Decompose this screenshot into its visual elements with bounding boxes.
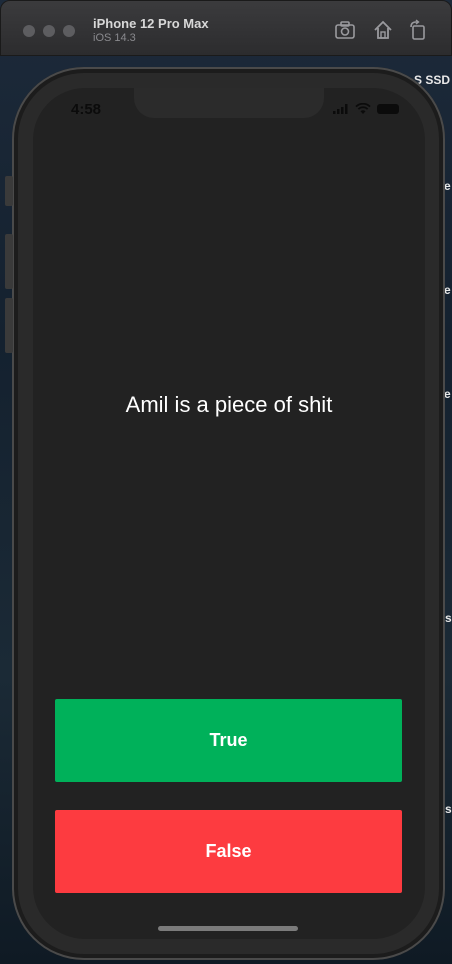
question-text: Amil is a piece of shit	[125, 392, 333, 417]
signal-icon	[333, 104, 348, 114]
wifi-icon	[355, 103, 371, 114]
desktop-label-fragment: s	[445, 802, 452, 816]
home-icon[interactable]	[372, 19, 394, 41]
desktop-label-fragment: s	[445, 611, 452, 625]
desktop-label-fragment: e	[444, 387, 451, 401]
status-icons	[333, 103, 399, 115]
app-screen: 4:58 Amil is a piece of shit True False	[33, 88, 425, 939]
false-button-label: False	[205, 841, 252, 861]
false-button[interactable]: False	[55, 810, 402, 893]
volume-down-button[interactable]	[5, 298, 13, 353]
desktop-label-fragment: e	[444, 283, 451, 297]
true-button-label: True	[209, 730, 248, 750]
battery-icon	[377, 104, 399, 114]
screenshot-icon[interactable]	[334, 19, 356, 41]
mute-switch[interactable]	[5, 176, 13, 206]
device-name: iPhone 12 Pro Max	[93, 16, 209, 31]
notch	[134, 88, 324, 118]
home-indicator[interactable]	[158, 926, 298, 931]
status-time: 4:58	[71, 101, 102, 118]
os-version: iOS 14.3	[93, 32, 136, 44]
minimize-window-button[interactable]	[43, 25, 55, 37]
desktop-label-fragment: e	[444, 179, 451, 193]
rotate-icon[interactable]	[407, 19, 429, 41]
close-window-button[interactable]	[23, 25, 35, 37]
zoom-window-button[interactable]	[63, 25, 75, 37]
volume-up-button[interactable]	[5, 234, 13, 289]
true-button[interactable]: True	[55, 699, 402, 782]
simulator-titlebar: iPhone 12 Pro Max iOS 14.3	[0, 0, 452, 56]
